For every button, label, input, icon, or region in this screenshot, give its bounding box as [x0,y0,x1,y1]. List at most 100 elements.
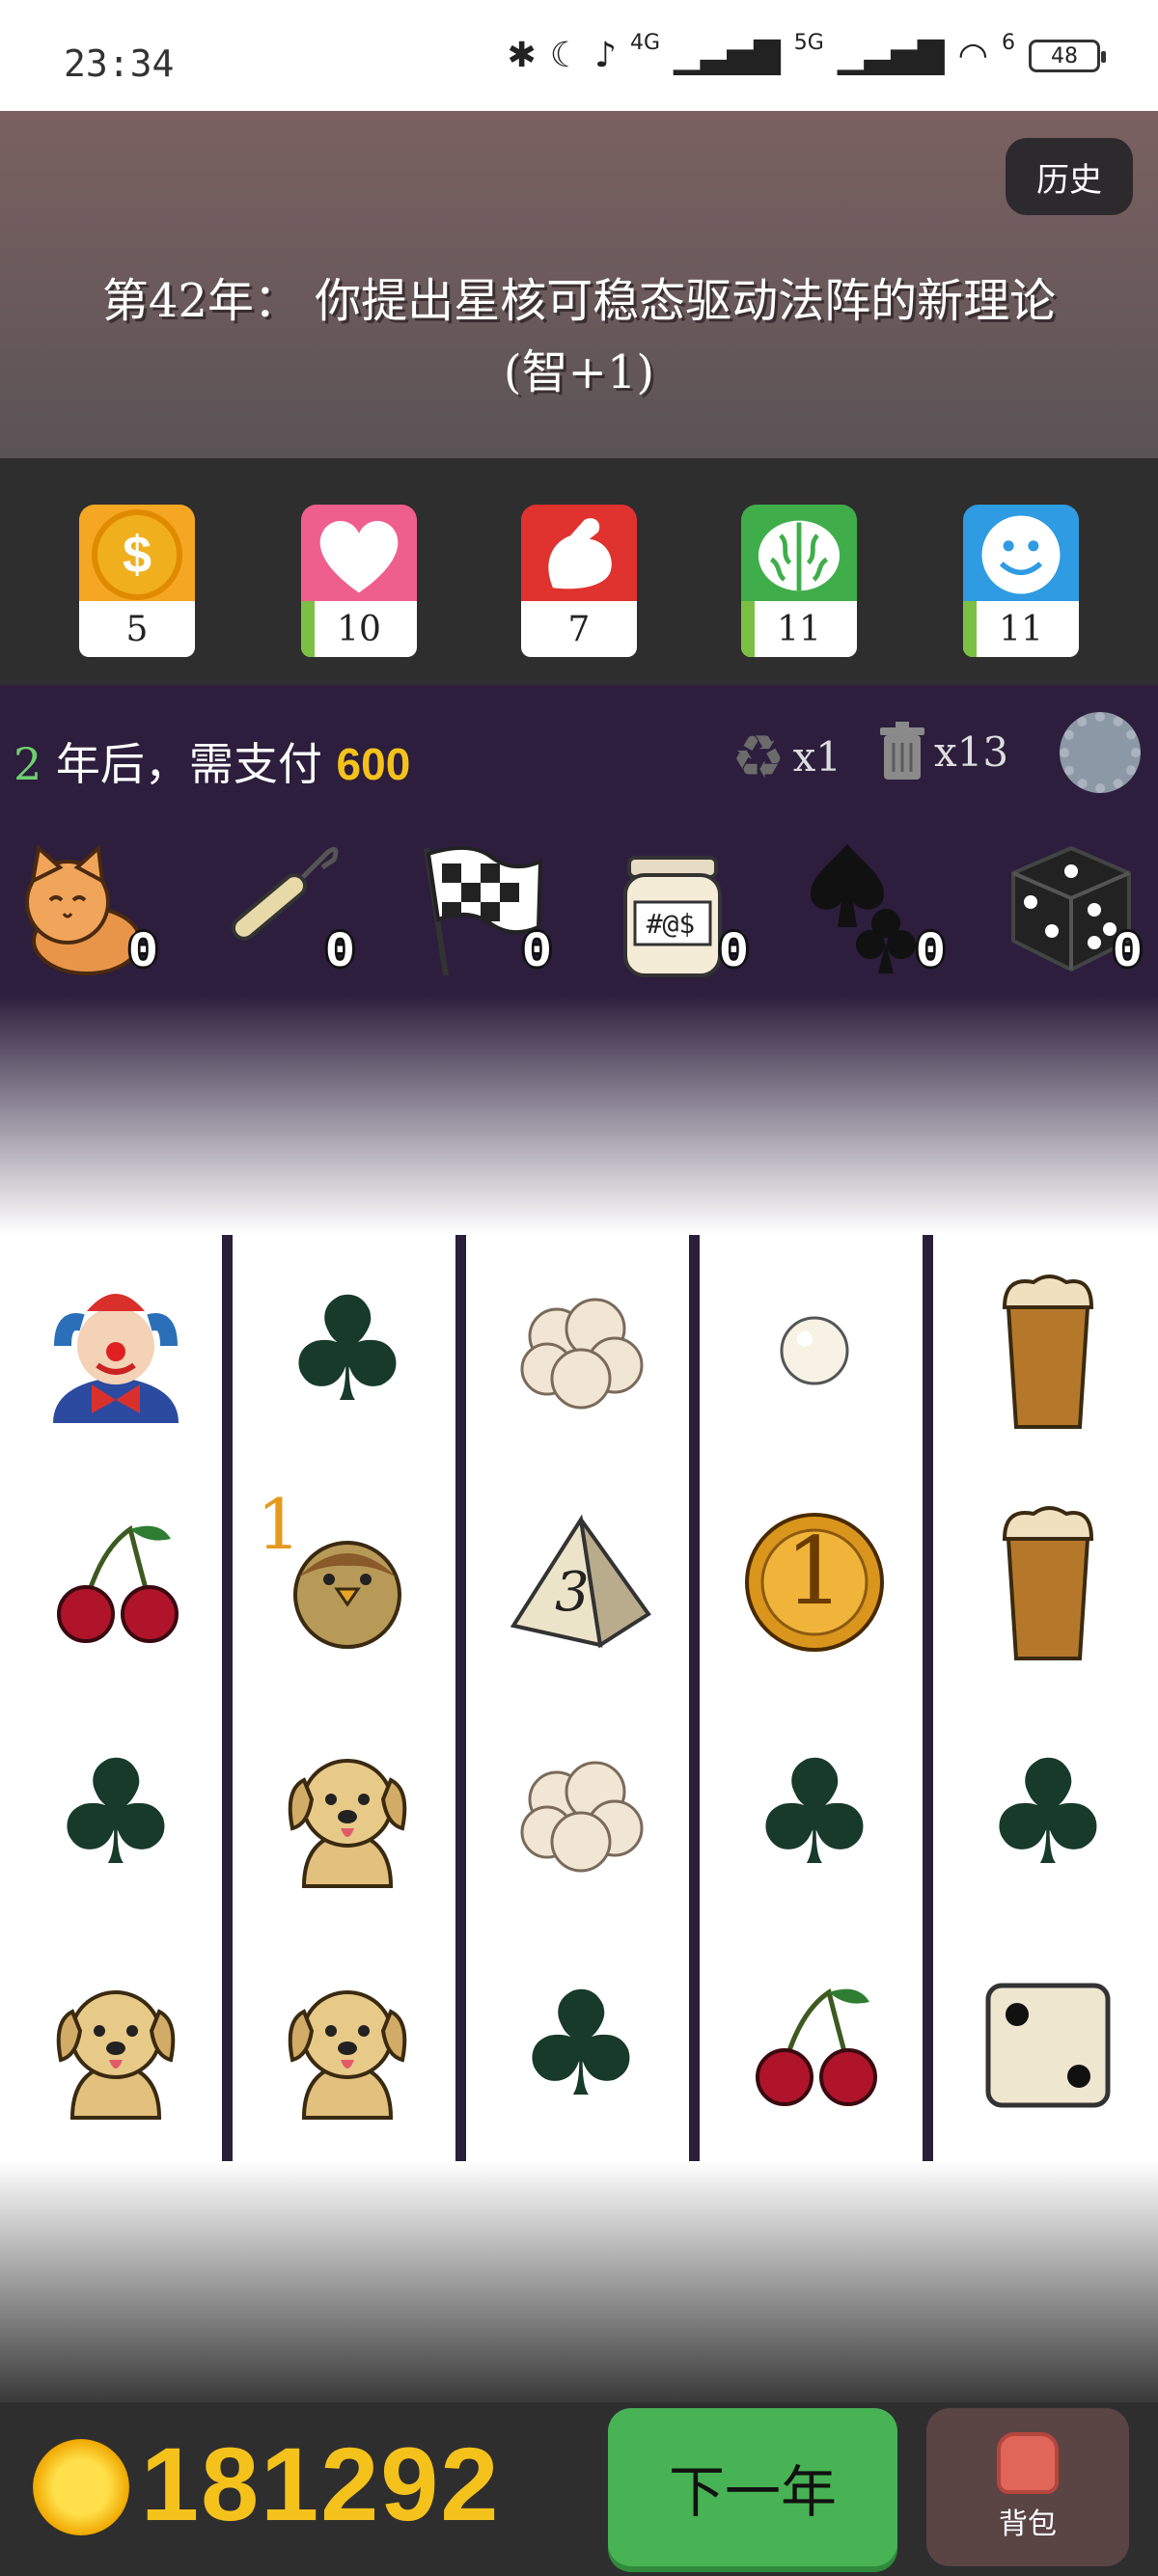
status-time: 23:34 [64,42,175,85]
coin-value: 1 [785,1518,844,1626]
signal-icon-2: ▁▃▅▇ [837,36,945,75]
item-row: 0 0 0 #@$ 0 0 0 [0,835,1158,994]
network-4g-label: 4G [629,30,661,55]
slot-pearl[interactable] [699,1235,930,1466]
rent-notice: 2 年后，需支付 600 [14,729,410,793]
die-two-icon [966,1963,1130,2127]
stats-panel: $ 5 10 7 11 11 [0,458,1158,685]
item-checkered-flag[interactable]: 0 [403,835,558,989]
slot-beer[interactable] [932,1235,1158,1466]
history-button[interactable]: 历史 [1006,138,1133,215]
item-cat-count: 0 [127,924,158,981]
slot-club[interactable]: ♣ [465,1930,697,2161]
item-dice[interactable]: 0 [994,835,1148,989]
brain-icon [741,507,857,603]
slot-cloud[interactable] [465,1698,697,1930]
stat-health: 10 [301,505,417,657]
stat-health-value: 10 [337,609,381,649]
event-line-1: 第42年： 你提出星核可稳态驱动法阵的新理论 [101,274,1057,328]
backpack-icon [997,2432,1059,2494]
d4-die-value: 3 [555,1561,590,1624]
beer-icon [966,1269,1130,1433]
bluetooth-icon: ✱ [507,36,537,75]
rent-years: 2 [14,738,42,790]
rent-amount: 600 [336,739,411,789]
club-icon: ♣ [982,1730,1114,1898]
stat-intelligence: 11 [741,505,857,657]
backpack-label: 背包 [999,2507,1057,2541]
removal-count: x13 [934,727,1009,776]
wifi-icon: ◠ [957,36,988,75]
slot-dog[interactable] [232,1698,463,1930]
gold-coin-icon: 1 [732,1500,896,1664]
slot-d4-die[interactable]: 3 [465,1466,697,1698]
moon-icon: ☾ [549,36,581,75]
item-suits-count: 0 [915,924,946,981]
item-cat[interactable]: 0 [10,835,164,989]
cloud-icon [499,1732,663,1896]
slot-sparrow[interactable]: 1 [232,1466,463,1698]
slot-coin[interactable]: 1 [699,1466,930,1698]
stat-intelligence-value: 11 [777,609,821,649]
removal-tool[interactable]: x13 [878,722,1008,781]
club-icon: ♣ [282,1267,413,1435]
battery-icon: 48 [1029,40,1106,72]
slot-beer[interactable] [932,1466,1158,1698]
slot-cherry[interactable] [699,1930,930,2161]
cloud-icon [499,1269,663,1433]
backpack-button[interactable]: 背包 [926,2408,1129,2566]
club-icon: ♣ [515,1961,647,2129]
network-5g-label: 5G [793,30,824,55]
smiley-face-icon [963,507,1079,603]
clown-icon [34,1269,198,1433]
recycle-icon: ♻ [731,722,786,792]
event-banner: 历史 第42年： 你提出星核可稳态驱动法阵的新理论 (智+1) [0,111,1158,458]
slot-club[interactable]: ♣ [932,1698,1158,1930]
stat-strength: 7 [521,505,637,657]
item-dice-count: 0 [1112,924,1143,981]
next-year-button[interactable]: 下一年 [608,2408,897,2566]
silent-mode-icon: ♪ [594,36,617,75]
event-message: 第42年： 你提出星核可稳态驱动法阵的新理论 (智+1) [39,265,1119,408]
slot-club[interactable]: ♣ [232,1235,463,1466]
item-jar[interactable]: #@$ 0 [600,835,755,989]
item-lockpick-count: 0 [324,924,355,981]
gold-coin-icon [33,2439,129,2535]
pearl-icon [732,1269,896,1433]
coin-total: 181292 [141,2425,501,2542]
slot-club[interactable]: ♣ [699,1698,930,1930]
item-card-suits[interactable]: 0 [797,835,951,989]
signal-icon: ▁▃▅▇ [674,36,781,75]
dog-icon [265,1732,429,1896]
trash-icon [880,722,924,780]
dog-icon [34,1963,198,2127]
rent-text: 年后，需支付 [55,738,322,790]
stat-happiness: 11 [963,505,1079,657]
club-icon: ♣ [749,1730,880,1898]
stat-money: $ 5 [79,505,195,657]
slot-reels: ♣ ♣ 1 3 ♣ 1 ♣ ♣ [0,1235,1158,2161]
slot-dog[interactable] [232,1930,463,2161]
stat-strength-value: 7 [567,609,591,649]
slot-clown[interactable] [0,1235,232,1466]
slot-cherry[interactable] [0,1466,232,1698]
club-icon: ♣ [50,1730,181,1898]
cherry-icon [34,1500,198,1664]
strength-arm-icon [521,507,637,603]
slot-dog[interactable] [0,1930,232,2161]
settings-gear-icon[interactable] [1060,712,1141,793]
stat-happiness-value: 11 [999,609,1043,649]
slot-die[interactable] [932,1930,1158,2161]
item-lockpick[interactable]: 0 [207,835,361,989]
heart-icon [301,507,417,603]
stat-money-value: 5 [125,609,149,649]
status-bar: 23:34 ✱ ☾ ♪ 4G ▁▃▅▇ 5G ▁▃▅▇ ◠ 6 48 [0,0,1158,111]
bottom-bar: 181292 下一年 背包 [0,2402,1158,2576]
d4-die-icon: 3 [499,1500,663,1664]
slot-club[interactable]: ♣ [0,1698,232,1930]
slot-cloud[interactable] [465,1235,697,1466]
reroll-count: x1 [792,733,842,781]
gradient-divider-top [0,994,1158,1235]
jar-label: #@$ [646,908,696,940]
reroll-tool[interactable]: ♻ x1 [731,722,841,792]
